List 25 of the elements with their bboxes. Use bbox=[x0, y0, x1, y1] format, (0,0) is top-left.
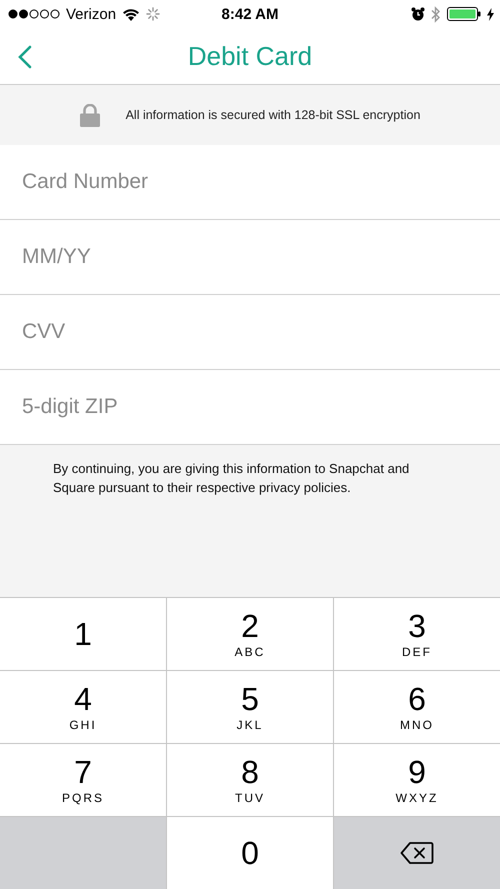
keypad-key[interactable]: 4 GHI bbox=[0, 671, 166, 743]
charging-icon bbox=[487, 8, 494, 20]
bluetooth-icon bbox=[431, 6, 441, 22]
signal-icon bbox=[8, 9, 60, 19]
back-button[interactable] bbox=[16, 43, 34, 71]
alarm-icon bbox=[411, 7, 425, 21]
keypad-key[interactable]: 6 MNO bbox=[334, 671, 500, 743]
spinner-icon bbox=[146, 7, 160, 21]
keypad-key[interactable]: 9 WXYZ bbox=[334, 744, 500, 816]
keypad-key[interactable]: 1 bbox=[0, 598, 166, 670]
clock-time: 8:42 AM bbox=[222, 6, 278, 22]
battery-icon bbox=[447, 7, 481, 21]
keypad-key[interactable]: 7 PQRS bbox=[0, 744, 166, 816]
backspace-icon bbox=[400, 841, 434, 865]
keypad-key[interactable]: 3 DEF bbox=[334, 598, 500, 670]
wifi-icon bbox=[122, 8, 140, 20]
keypad-key[interactable]: 8 TUV bbox=[167, 744, 333, 816]
privacy-notice: By continuing, you are giving this information to Snapchat and Square pursuant to their respective privacy policies. bbox=[53, 460, 410, 497]
keypad-key[interactable]: 2 ABC bbox=[167, 598, 333, 670]
keypad-key[interactable]: 0 bbox=[167, 817, 333, 889]
keypad-key[interactable]: 5 JKL bbox=[167, 671, 333, 743]
lock-icon bbox=[80, 104, 100, 126]
security-notice: All information is secured with 128-bit SSL encryption bbox=[126, 108, 420, 122]
carrier-name: Verizon bbox=[66, 6, 116, 22]
page-title: Debit Card bbox=[188, 40, 312, 72]
